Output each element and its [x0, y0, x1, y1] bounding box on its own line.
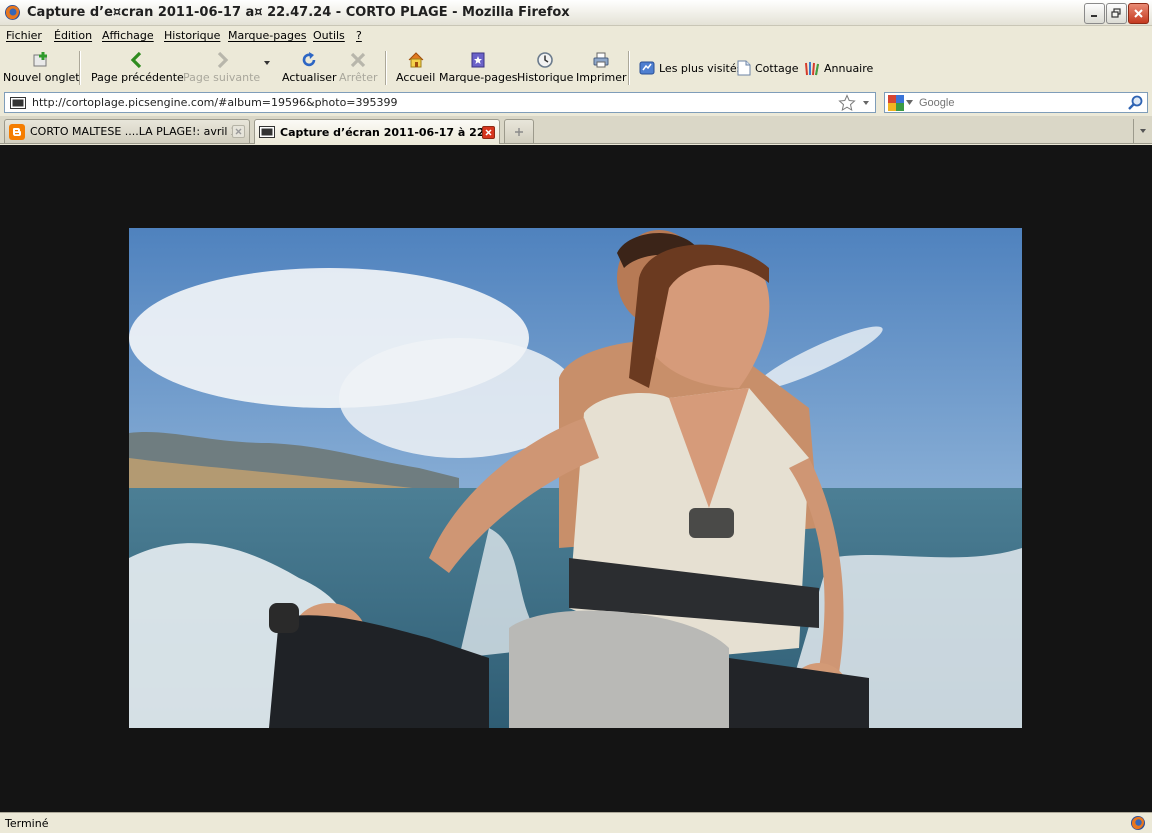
- search-icon[interactable]: [1127, 95, 1143, 111]
- tab-label: CORTO MALTESE ....LA PLAGE!: avril 2...: [30, 125, 232, 138]
- new-tab-icon: [33, 52, 48, 67]
- bookmark-cottage[interactable]: Cottage: [737, 60, 799, 76]
- home-label: Accueil: [396, 71, 436, 84]
- reload-icon: [303, 52, 316, 67]
- site-favicon-icon: [10, 96, 26, 109]
- engine-dropdown-icon[interactable]: [906, 100, 913, 105]
- page-content: [0, 145, 1152, 812]
- reload-button[interactable]: Actualiser: [282, 50, 337, 88]
- bookmark-annuaire-label: Annuaire: [824, 61, 874, 75]
- google-engine-icon[interactable]: [888, 94, 904, 111]
- menu-outils[interactable]: Outils: [313, 29, 345, 42]
- printer-icon: [593, 52, 609, 68]
- window-title: Capture d’e¤cran 2011-06-17 a¤ 22.47.24 …: [27, 5, 570, 20]
- menu-historique[interactable]: Historique: [164, 29, 220, 42]
- menu-edition[interactable]: Édition: [54, 29, 92, 42]
- annuaire-icon: [805, 62, 819, 76]
- menu-bar: Fichier Édition Affichage Historique Mar…: [0, 27, 1152, 46]
- menu-help[interactable]: ?: [356, 29, 362, 42]
- new-tab-label: Nouvel onglet: [3, 71, 80, 84]
- plus-icon: [515, 127, 523, 136]
- status-bar: Terminé: [0, 812, 1152, 833]
- tab-bar: CORTO MALTESE ....LA PLAGE!: avril 2... …: [0, 116, 1152, 144]
- stop-button[interactable]: Arrêter: [339, 50, 378, 88]
- close-icon: [235, 128, 242, 135]
- home-icon: [408, 52, 423, 68]
- bookmarks-button[interactable]: Marque-pages: [439, 50, 517, 88]
- close-icon: [485, 128, 492, 136]
- home-button[interactable]: Accueil: [396, 50, 435, 88]
- tab-close-button[interactable]: [232, 125, 245, 138]
- search-bar[interactable]: [884, 92, 1148, 113]
- new-tab-plus-button[interactable]: [504, 119, 534, 143]
- history-button[interactable]: Historique: [517, 50, 573, 88]
- back-arrow-icon: [131, 51, 142, 69]
- bookmarks-icon: [471, 52, 485, 68]
- title-bar: Capture d’e¤cran 2011-06-17 a¤ 22.47.24 …: [0, 0, 1152, 26]
- bookmark-cottage-label: Cottage: [755, 61, 799, 75]
- back-button[interactable]: Page précédente: [91, 50, 184, 88]
- chevron-down-icon: [1140, 129, 1146, 133]
- reload-label: Actualiser: [282, 71, 337, 84]
- menu-affichage[interactable]: Affichage: [102, 29, 154, 42]
- clock-icon: [537, 52, 554, 68]
- url-bar[interactable]: http://cortoplage.picsengine.com/#album=…: [4, 92, 876, 113]
- close-icon: [1134, 9, 1143, 18]
- firefox-status-icon[interactable]: [1130, 815, 1146, 831]
- bookmark-annuaire[interactable]: Annuaire: [804, 60, 873, 76]
- menu-fichier[interactable]: Fichier: [6, 29, 42, 42]
- firefox-icon: [5, 5, 20, 20]
- print-button[interactable]: Imprimer: [576, 50, 627, 88]
- minimize-button[interactable]: [1084, 3, 1105, 24]
- menu-marque-pages[interactable]: Marque-pages: [228, 29, 306, 42]
- toolbar-separator: [385, 51, 387, 85]
- back-label: Page précédente: [91, 71, 184, 84]
- forward-button[interactable]: Page suivante: [183, 50, 260, 88]
- tab-close-button[interactable]: [482, 125, 495, 139]
- tab-corto-maltese[interactable]: CORTO MALTESE ....LA PLAGE!: avril 2...: [4, 119, 250, 143]
- toolbar-separator: [628, 51, 630, 85]
- tab-list-button[interactable]: [1133, 119, 1152, 143]
- smart-bookmark-icon: [639, 61, 655, 75]
- toolbar-separator: [79, 51, 81, 85]
- url-row: http://cortoplage.picsengine.com/#album=…: [0, 90, 1152, 116]
- jetski-photo: [129, 228, 1022, 728]
- tab-label: Capture d’écran 2011-06-17 à 22...: [280, 125, 482, 139]
- jetski-photo-image: [129, 228, 1022, 728]
- bookmarks-label: Marque-pages: [439, 71, 518, 84]
- tab-capture-ecran[interactable]: Capture d’écran 2011-06-17 à 22...: [254, 119, 500, 144]
- image-favicon-icon: [259, 126, 275, 138]
- forward-label: Page suivante: [183, 71, 261, 84]
- search-input[interactable]: [919, 96, 1127, 109]
- dropdown-arrow-icon: [264, 61, 270, 65]
- status-text: Terminé: [5, 817, 49, 830]
- bookmark-most-visited[interactable]: Les plus visités: [639, 60, 742, 76]
- minimize-icon: [1091, 15, 1097, 17]
- close-button[interactable]: [1128, 3, 1149, 24]
- bookmark-most-visited-label: Les plus visités: [659, 61, 743, 75]
- page-icon: [737, 60, 751, 76]
- forward-arrow-icon: [217, 51, 228, 69]
- new-tab-button[interactable]: Nouvel onglet: [3, 50, 80, 88]
- stop-icon: [351, 52, 366, 68]
- print-label: Imprimer: [576, 71, 627, 84]
- url-dropdown-icon[interactable]: [862, 100, 870, 106]
- restore-icon: [1111, 8, 1121, 18]
- bookmark-star-icon[interactable]: [838, 93, 856, 112]
- url-text[interactable]: http://cortoplage.picsengine.com/#album=…: [32, 96, 838, 109]
- navigation-toolbar: Nouvel onglet Page précédente Page suiva…: [0, 46, 1152, 90]
- restore-button[interactable]: [1106, 3, 1127, 24]
- blogger-icon: [9, 123, 25, 140]
- history-label: Historique: [517, 71, 574, 84]
- stop-label: Arrêter: [339, 71, 378, 84]
